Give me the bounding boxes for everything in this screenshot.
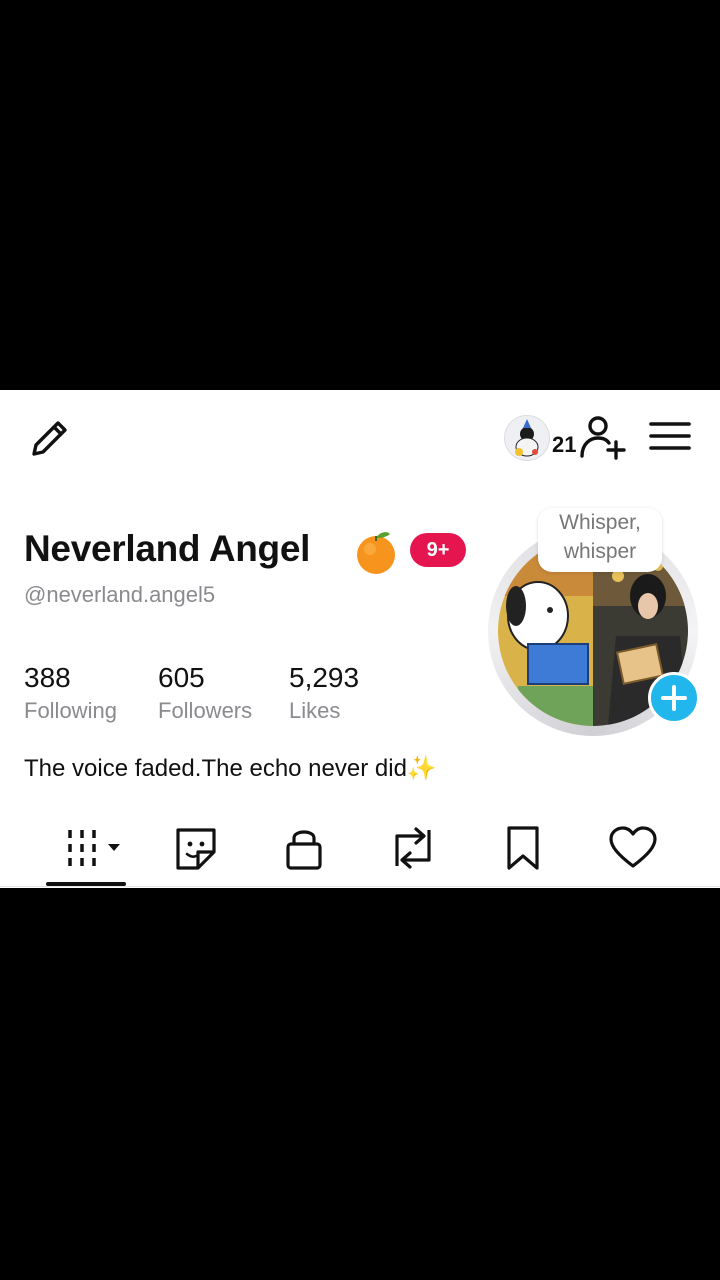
- notification-badge[interactable]: 9+: [410, 533, 466, 567]
- following-count: 388: [24, 662, 71, 693]
- bookmark-icon: [507, 826, 539, 870]
- videos-grid-icon: [68, 830, 120, 866]
- tab-reposts[interactable]: [383, 824, 443, 874]
- tab-private[interactable]: [274, 824, 334, 874]
- tabs-divider: [0, 886, 720, 887]
- lock-icon: [286, 830, 322, 870]
- selected-tab-indicator: [46, 882, 126, 886]
- likes-count: 5,293: [289, 662, 360, 693]
- repost-icon: [395, 827, 431, 869]
- sticker-icon: [176, 828, 216, 870]
- hamburger-menu-icon[interactable]: [648, 416, 692, 456]
- add-story-button[interactable]: [648, 672, 700, 724]
- heart-icon: [609, 826, 657, 868]
- friends-activity[interactable]: 21: [504, 412, 576, 464]
- friends-count: 21: [552, 432, 577, 457]
- tab-videos[interactable]: [64, 824, 124, 874]
- tab-favorites[interactable]: [493, 824, 553, 874]
- following-stat[interactable]: 388 Following: [24, 662, 117, 724]
- likes-stat[interactable]: 5,293 Likes: [289, 662, 359, 724]
- followers-count: 605: [158, 662, 205, 693]
- tab-stickers[interactable]: [166, 824, 226, 874]
- pencil-icon[interactable]: [26, 414, 74, 462]
- display-name: Neverland Angel: [24, 528, 311, 569]
- likes-label: Likes: [289, 698, 341, 723]
- followers-stat[interactable]: 605 Followers: [158, 662, 252, 724]
- following-label: Following: [24, 698, 117, 723]
- username-handle: @neverland.angel5: [24, 582, 216, 607]
- followers-label: Followers: [158, 698, 253, 723]
- status-line-2: whisper: [563, 540, 637, 563]
- tab-liked[interactable]: [603, 824, 663, 874]
- content-tabs: [0, 820, 720, 888]
- add-user-icon[interactable]: [578, 412, 628, 462]
- status-bubble[interactable]: Whisper, whisper: [538, 508, 662, 572]
- profile-bio: The voice faded.The echo never did✨: [24, 755, 437, 782]
- friend-avatar-icon: [504, 415, 550, 461]
- status-line-1: Whisper,: [559, 511, 641, 534]
- tangerine-emoji-icon: [352, 528, 400, 576]
- profile-panel: 21 Neverland Angel 9+ @neverland.angel5 …: [0, 390, 720, 888]
